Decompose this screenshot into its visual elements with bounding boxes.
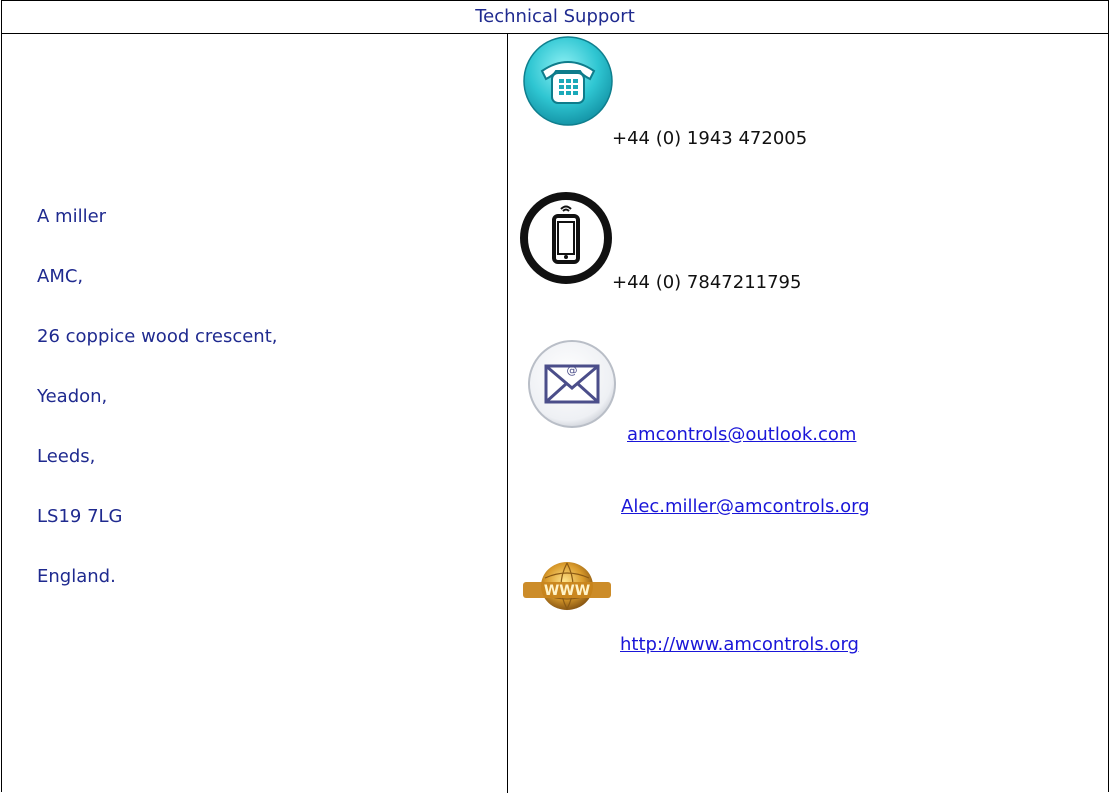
mobile-number: +44 (0) 7847211795 bbox=[612, 272, 802, 293]
website-link[interactable]: http://www.amcontrols.org bbox=[620, 634, 859, 655]
mobile-icon bbox=[520, 192, 612, 284]
email-icon: @ bbox=[528, 340, 616, 428]
email-link-amcontrols[interactable]: Alec.miller@amcontrols.org bbox=[621, 496, 870, 517]
phone-icon bbox=[523, 36, 613, 126]
phone-number: +44 (0) 1943 472005 bbox=[612, 128, 808, 149]
www-globe-icon: WWW bbox=[523, 562, 611, 611]
svg-text:WWW: WWW bbox=[544, 583, 590, 599]
contact-block: +44 (0) 1943 472005 +44 (0) 7847211795 @… bbox=[0, 0, 1111, 792]
svg-text:@: @ bbox=[567, 364, 578, 377]
email-link-outlook[interactable]: amcontrols@outlook.com bbox=[627, 424, 856, 445]
